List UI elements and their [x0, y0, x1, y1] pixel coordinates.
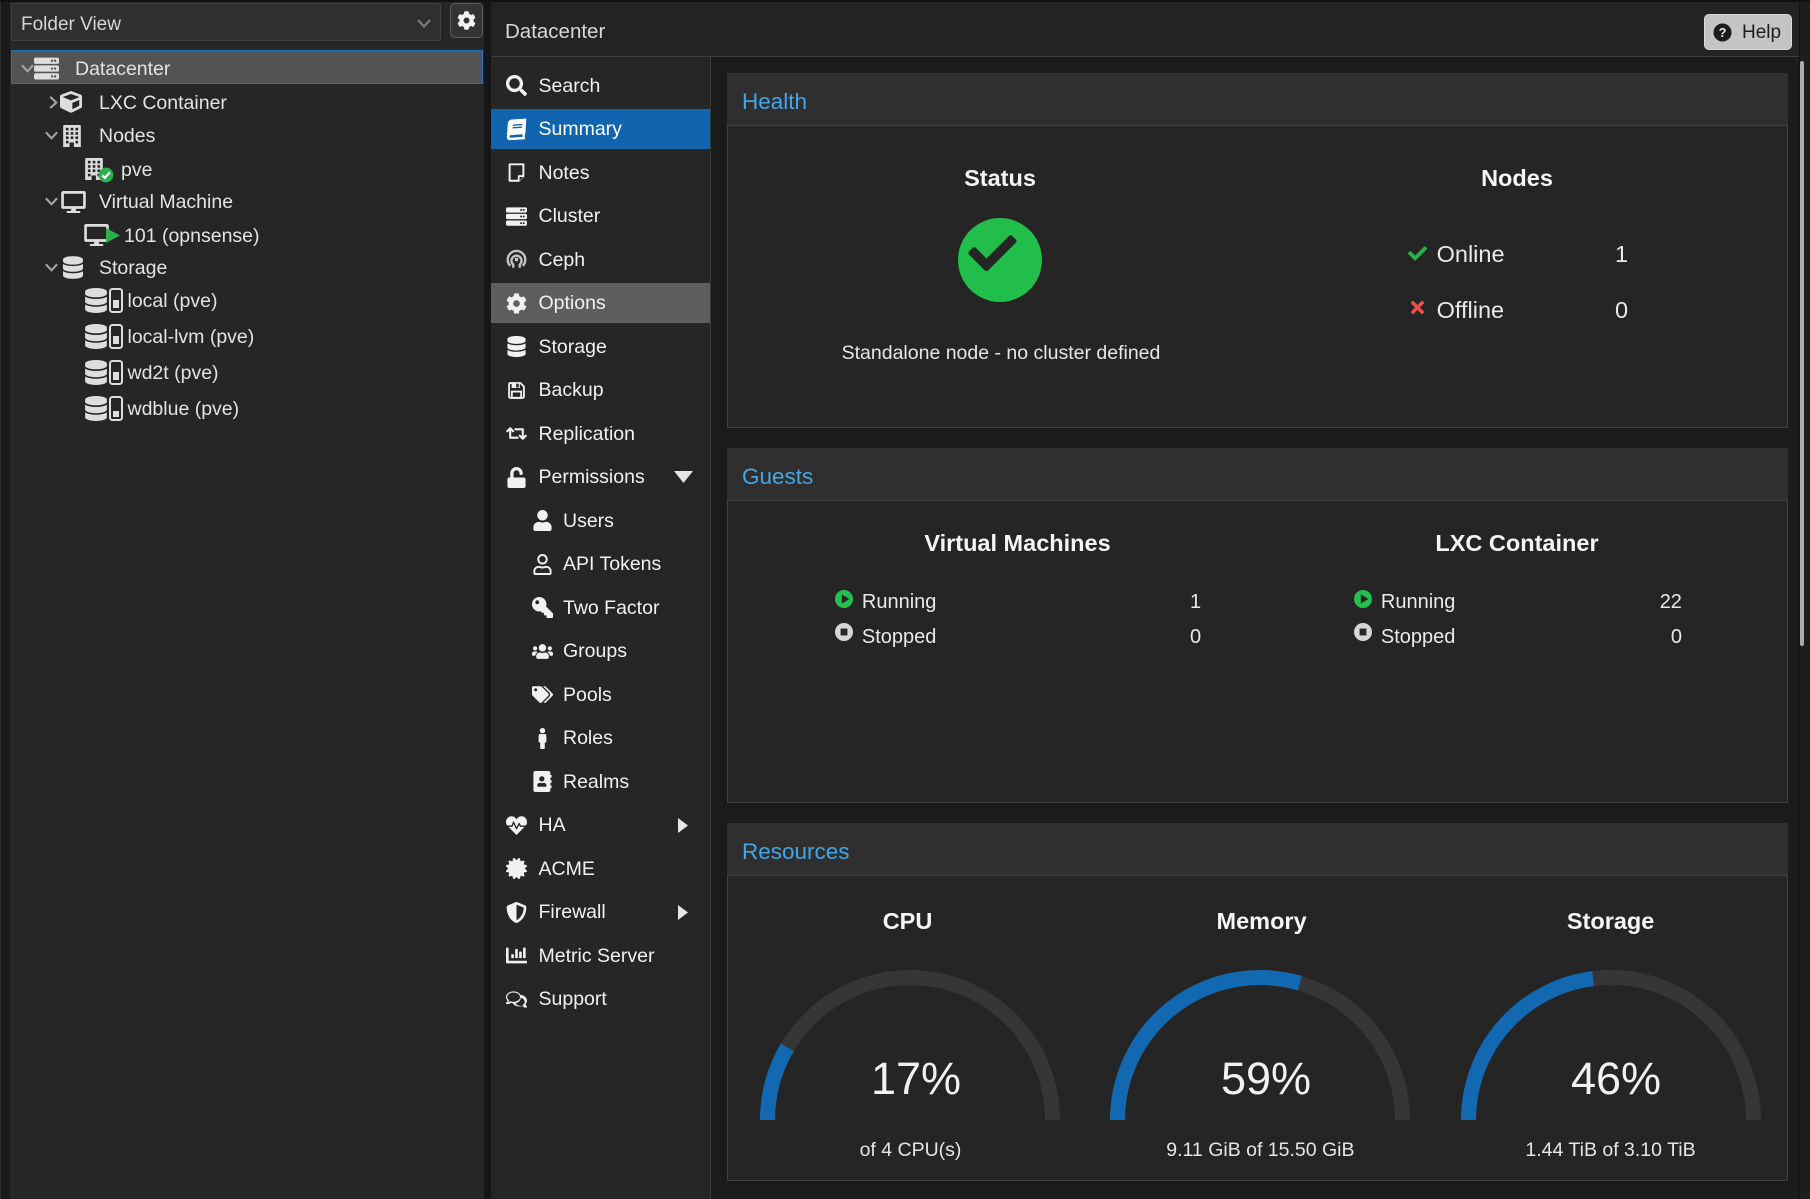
svg-text:?: ? [1719, 25, 1727, 40]
